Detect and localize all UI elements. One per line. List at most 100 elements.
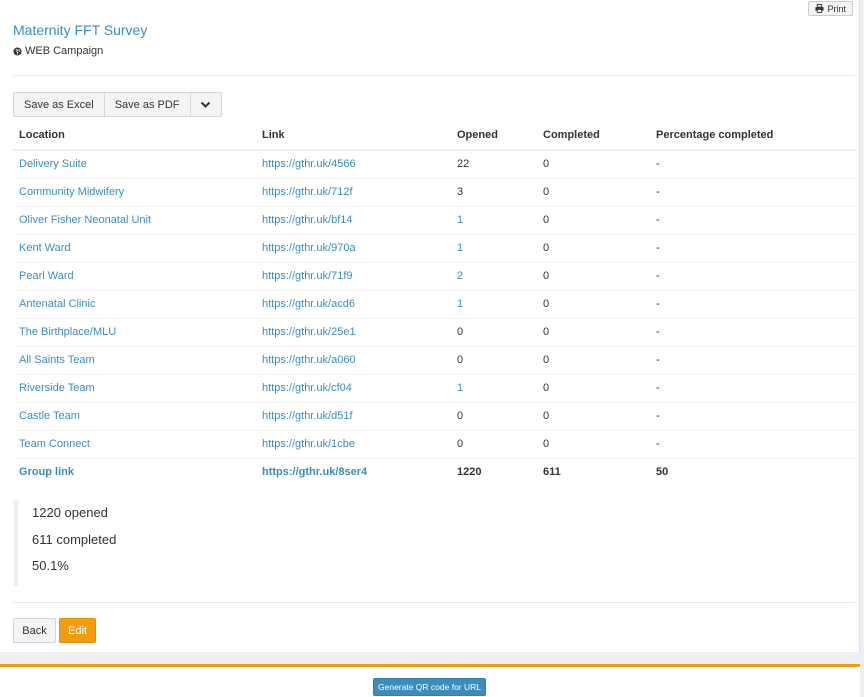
links-table: Location Link Opened Completed Percentag… <box>13 121 856 486</box>
completed-count: 0 <box>537 205 650 234</box>
header-percentage: Percentage completed <box>650 121 856 151</box>
group-survey-link[interactable]: https://gthr.uk/8ser4 <box>256 457 451 486</box>
export-button-group: Save as Excel Save as PDF <box>13 92 222 117</box>
header-completed: Completed <box>537 121 650 151</box>
survey-link[interactable]: https://gthr.uk/25e1 <box>256 317 451 346</box>
percentage-value: - <box>650 177 856 206</box>
completed-count: 0 <box>537 289 650 318</box>
table-row: Pearl Ward https://gthr.uk/71f9 2 0 - <box>13 261 856 290</box>
footer-panel: Generate QR code for URL <box>0 664 860 697</box>
opened-count: 0 <box>451 401 537 430</box>
print-icon <box>815 4 825 13</box>
location-link[interactable]: Community Midwifery <box>13 177 256 206</box>
location-link[interactable]: Delivery Suite <box>13 149 256 178</box>
survey-panel: Print Maternity FFT Survey WEB Campaign … <box>0 0 860 652</box>
percentage-value: - <box>650 429 856 458</box>
survey-link[interactable]: https://gthr.uk/970a <box>256 233 451 262</box>
opened-count[interactable]: 1 <box>451 289 537 318</box>
save-pdf-button[interactable]: Save as PDF <box>104 92 191 117</box>
table-row: All Saints Team https://gthr.uk/a060 0 0… <box>13 345 856 374</box>
print-label: Print <box>827 3 846 14</box>
percentage-value: - <box>650 317 856 346</box>
opened-count: 3 <box>451 177 537 206</box>
survey-link[interactable]: https://gthr.uk/1cbe <box>256 429 451 458</box>
generate-qr-button[interactable]: Generate QR code for URL <box>373 678 486 696</box>
completed-count: 0 <box>537 401 650 430</box>
opened-count: 0 <box>451 429 537 458</box>
location-link[interactable]: Oliver Fisher Neonatal Unit <box>13 205 256 234</box>
summary-blockquote: 1220 opened 611 completed 50.1% <box>14 500 314 586</box>
survey-link[interactable]: https://gthr.uk/4566 <box>256 149 451 178</box>
edit-button[interactable]: Edit <box>59 618 96 643</box>
campaign-text: WEB Campaign <box>25 45 104 57</box>
summary-opened: 1220 opened <box>32 505 108 520</box>
survey-link[interactable]: https://gthr.uk/bf14 <box>256 205 451 234</box>
table-header-row: Location Link Opened Completed Percentag… <box>13 121 856 151</box>
survey-link[interactable]: https://gthr.uk/a060 <box>256 345 451 374</box>
table-row: Riverside Team https://gthr.uk/cf04 1 0 … <box>13 373 856 402</box>
completed-count: 0 <box>537 233 650 262</box>
table-row: Castle Team https://gthr.uk/d51f 0 0 - <box>13 401 856 430</box>
header-divider <box>13 75 855 76</box>
location-link[interactable]: Castle Team <box>13 401 256 430</box>
completed-count: 0 <box>537 345 650 374</box>
completed-count: 0 <box>537 317 650 346</box>
percentage-value: - <box>650 345 856 374</box>
completed-count: 0 <box>537 429 650 458</box>
completed-count: 0 <box>537 149 650 178</box>
percentage-value: - <box>650 401 856 430</box>
page-title: Maternity FFT Survey <box>13 22 148 38</box>
chevron-down-icon <box>200 101 211 108</box>
opened-count: 0 <box>451 345 537 374</box>
opened-count[interactable]: 1 <box>451 205 537 234</box>
opened-count[interactable]: 1 <box>451 233 537 262</box>
completed-count: 0 <box>537 373 650 402</box>
location-link[interactable]: All Saints Team <box>13 345 256 374</box>
completed-count: 0 <box>537 261 650 290</box>
location-link[interactable]: Pearl Ward <box>13 261 256 290</box>
group-percentage-value: 50 <box>650 457 856 486</box>
print-button[interactable]: Print <box>808 1 853 16</box>
header-opened: Opened <box>451 121 537 151</box>
percentage-value: - <box>650 261 856 290</box>
header-link: Link <box>256 121 451 151</box>
table-row: Kent Ward https://gthr.uk/970a 1 0 - <box>13 233 856 262</box>
survey-link[interactable]: https://gthr.uk/d51f <box>256 401 451 430</box>
opened-count[interactable]: 2 <box>451 261 537 290</box>
actions-divider <box>13 602 855 603</box>
back-button[interactable]: Back <box>13 618 56 643</box>
survey-link[interactable]: https://gthr.uk/acd6 <box>256 289 451 318</box>
location-link[interactable]: Antenatal Clinic <box>13 289 256 318</box>
percentage-value: - <box>650 205 856 234</box>
globe-icon <box>13 46 22 56</box>
summary-percent: 50.1% <box>32 558 69 573</box>
summary-completed: 611 completed <box>32 531 117 547</box>
opened-count: 22 <box>451 149 537 178</box>
campaign-label: WEB Campaign <box>13 45 103 57</box>
table-row: Team Connect https://gthr.uk/1cbe 0 0 - <box>13 429 856 458</box>
location-link[interactable]: Kent Ward <box>13 233 256 262</box>
group-location-link[interactable]: Group link <box>13 457 256 486</box>
survey-link[interactable]: https://gthr.uk/71f9 <box>256 261 451 290</box>
table-row: Delivery Suite https://gthr.uk/4566 22 0… <box>13 149 856 178</box>
percentage-value: - <box>650 373 856 402</box>
save-excel-button[interactable]: Save as Excel <box>13 92 105 117</box>
location-link[interactable]: Team Connect <box>13 429 256 458</box>
location-link[interactable]: Riverside Team <box>13 373 256 402</box>
percentage-value: - <box>650 149 856 178</box>
opened-count[interactable]: 1 <box>451 373 537 402</box>
location-link[interactable]: The Birthplace/MLU <box>13 317 256 346</box>
percentage-value: - <box>650 289 856 318</box>
group-completed-count: 611 <box>537 457 650 486</box>
table-row: The Birthplace/MLU https://gthr.uk/25e1 … <box>13 317 856 346</box>
table-row: Antenatal Clinic https://gthr.uk/acd6 1 … <box>13 289 856 318</box>
group-opened-count: 1220 <box>451 457 537 486</box>
group-link-row: Group link https://gthr.uk/8ser4 1220 61… <box>13 457 856 486</box>
table-row: Oliver Fisher Neonatal Unit https://gthr… <box>13 205 856 234</box>
table-row: Community Midwifery https://gthr.uk/712f… <box>13 177 856 206</box>
opened-count: 0 <box>451 317 537 346</box>
survey-link[interactable]: https://gthr.uk/712f <box>256 177 451 206</box>
export-dropdown-button[interactable] <box>190 92 222 117</box>
completed-count: 0 <box>537 177 650 206</box>
survey-link[interactable]: https://gthr.uk/cf04 <box>256 373 451 402</box>
